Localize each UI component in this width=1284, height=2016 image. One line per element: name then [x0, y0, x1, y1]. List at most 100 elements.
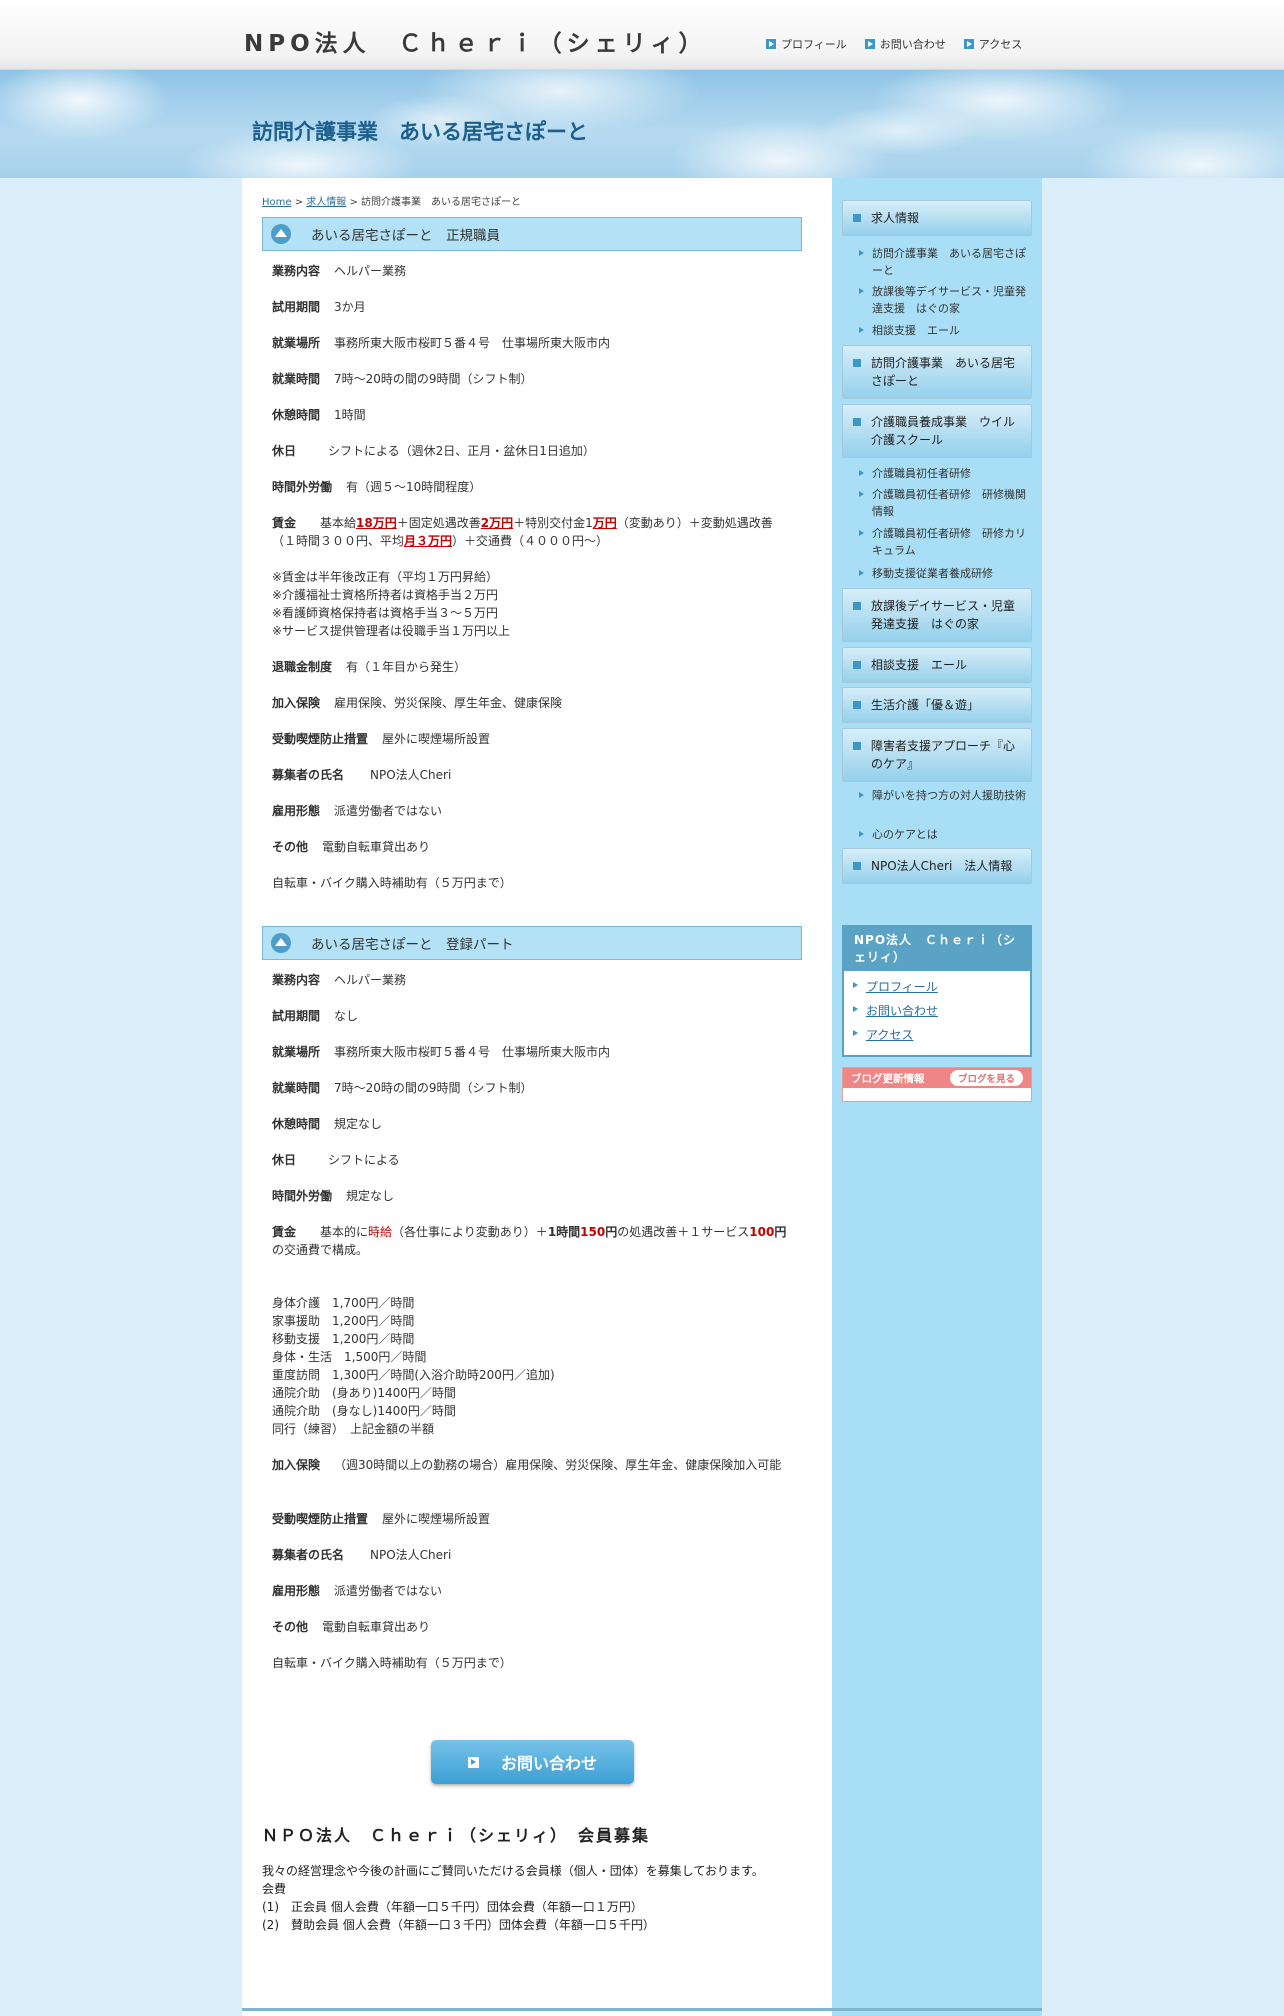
npo-link-profile[interactable]: プロフィール: [853, 978, 1030, 995]
row-label: 賃金: [272, 516, 297, 530]
contact-button-label: お問い合わせ: [500, 1754, 597, 1773]
npo-box-title: NPO法人 Ｃｈｅｒｉ（シェリィ）: [844, 927, 1030, 971]
sidebar-item-corporate-info[interactable]: NPO法人Cheri 法人情報: [842, 848, 1032, 884]
row-label: 就業場所: [272, 336, 321, 350]
sidebar-subitem[interactable]: 訪問介護事業 あいる居宅さぽーと: [859, 245, 1030, 279]
sidebar-subitem[interactable]: 介護職員初任者研修 研修カリキュラム: [859, 525, 1030, 559]
note-line: 自転車・バイク購入時補助有（５万円まで）: [272, 1656, 512, 1670]
sidebar-item-after-school[interactable]: 放課後デイサービス・児童発達支援 はぐの家: [842, 588, 1032, 642]
header-nav-access[interactable]: アクセス: [963, 36, 1023, 52]
info-row: 時間外労働 有（週５～10時間程度）: [272, 478, 792, 496]
member-recruit-title: ＮＰＯ法人 Ｃｈｅｒｉ（シェリィ） 会員募集: [262, 1826, 651, 1845]
blog-update-header: ブログ更新情報 ブログを見る: [843, 1068, 1031, 1088]
row-label: 募集者の氏名: [272, 768, 345, 782]
info-row: 試用期間 なし: [272, 1007, 792, 1025]
view-blog-button[interactable]: ブログを見る: [949, 1070, 1023, 1086]
info-row: 試用期間 3か月: [272, 298, 792, 316]
header-nav-label: お問い合わせ: [879, 38, 946, 51]
breadcrumb-recruit-link[interactable]: 求人情報: [306, 197, 346, 208]
sidebar-item-life-care[interactable]: 生活介護「優＆遊」: [842, 687, 1032, 723]
sidebar-item-recruit[interactable]: 求人情報: [842, 200, 1032, 236]
hourly-rate: 身体・生活 1,500円／時間: [272, 1350, 427, 1364]
row-value: 雇用保険、労災保険、厚生年金、健康保険: [334, 696, 563, 710]
row-value: 3か月: [334, 300, 366, 314]
arrow-icon: [963, 39, 974, 49]
row-label: その他: [272, 840, 309, 854]
wage-highlight: 150: [580, 1225, 606, 1239]
row-label: 時間外労働: [272, 1189, 333, 1203]
info-row: 業務内容 ヘルパー業務: [272, 262, 792, 280]
info-row: その他 電動自転車貸出あり: [272, 1618, 792, 1636]
breadcrumb-separator: >: [346, 197, 362, 208]
arrow-icon: [766, 39, 776, 49]
row-label: 加入保険: [272, 696, 321, 710]
row-label: 加入保険: [272, 1458, 321, 1472]
wage-text: （各仕事により変動あり）＋: [392, 1225, 548, 1239]
npo-link-contact[interactable]: お問い合わせ: [853, 1002, 1030, 1019]
breadcrumb-home-link[interactable]: Home: [262, 197, 292, 208]
sidebar-subitem[interactable]: 相談支援 エール: [859, 322, 1030, 339]
info-row: 受動喫煙防止措置 屋外に喫煙場所設置: [272, 1510, 792, 1528]
wage-text: の交通費で構成。: [272, 1243, 369, 1257]
member-line: (2) 賛助会員 個人会費（年額一口３千円）団体会費（年額一口５千円）: [262, 1918, 655, 1932]
sidebar-subitem[interactable]: 介護職員初任者研修: [859, 465, 1030, 482]
sidebar-item-mental-care[interactable]: 障害者支援アプローチ『心のケア』: [842, 728, 1032, 782]
info-row: 就業場所 事務所東大阪市桜町５番４号 仕事場所東大阪市内: [272, 334, 792, 352]
info-row: 時間外労働 規定なし: [272, 1187, 792, 1205]
info-row: 休日 シフトによる: [272, 1151, 792, 1169]
row-value: ヘルパー業務: [334, 264, 407, 278]
sidebar-item-consultation[interactable]: 相談支援 エール: [842, 647, 1032, 683]
info-row: 休憩時間 1時間: [272, 406, 792, 424]
sidebar-item-label: 求人情報: [871, 211, 920, 225]
page-banner: 訪問介護事業 あいる居宅さぽーと: [0, 70, 1284, 178]
info-row: 募集者の氏名 NPO法人Cheri: [272, 766, 792, 784]
hourly-rate: 移動支援 1,200円／時間: [272, 1332, 415, 1346]
row-label: 試用期間: [272, 1009, 321, 1023]
up-arrow-icon: [271, 224, 291, 244]
member-line: 会費: [262, 1882, 287, 1896]
sidebar-item-home-care[interactable]: 訪問介護事業 あいる居宅さぽーと: [842, 345, 1032, 399]
section-heading-parttime: あいる居宅さぽーと 登録パート: [262, 926, 802, 960]
sidebar-subitem[interactable]: 移動支援従業者養成研修: [859, 565, 1030, 582]
section-title: あいる居宅さぽーと 登録パート: [311, 937, 514, 953]
info-row: 就業時間 7時～20時の間の9時間（シフト制）: [272, 1079, 792, 1097]
header-nav-contact[interactable]: お問い合わせ: [864, 36, 946, 52]
arrow-icon: [467, 1756, 479, 1768]
sidebar-item-label: 放課後デイサービス・児童発達支援 はぐの家: [871, 599, 1016, 631]
sidebar-subitem[interactable]: 心のケアとは: [859, 826, 1030, 843]
sidebar-item-label: 障害者支援アプローチ『心のケア』: [871, 739, 1016, 771]
contact-button[interactable]: お問い合わせ: [431, 1740, 634, 1784]
row-value: NPO法人Cheri: [358, 1548, 452, 1562]
row-label: 休憩時間: [272, 1117, 321, 1131]
wage-text: 基本的に: [320, 1225, 369, 1239]
member-line: (1) 正会員 個人会費（年額一口５千円）団体会費（年額一口１万円）: [262, 1900, 643, 1914]
header-nav-label: プロフィール: [781, 38, 847, 51]
page-title: 訪問介護事業 あいる居宅さぽーと: [252, 120, 588, 144]
row-value: シフトによる: [328, 1153, 400, 1167]
hourly-rate: 通院介助 (身あり)1400円／時間: [272, 1386, 456, 1400]
site-title[interactable]: NPO法人 Ｃｈｅｒｉ（シェリィ）: [244, 24, 707, 58]
sidebar-item-care-school[interactable]: 介護職員養成事業 ウイル介護スクール: [842, 404, 1032, 458]
wage-highlight: 時給: [368, 1225, 393, 1239]
wage-highlight: 万円: [592, 516, 617, 530]
row-label: 就業場所: [272, 1045, 321, 1059]
row-label: 業務内容: [272, 264, 321, 278]
header-nav-profile[interactable]: プロフィール: [766, 36, 847, 52]
sidebar-subitem[interactable]: 介護職員初任者研修 研修機関情報: [859, 486, 1030, 520]
info-row: 退職金制度 有（１年目から発生）: [272, 658, 792, 676]
section-title: あいる居宅さぽーと 正規職員: [311, 228, 500, 244]
row-value: 規定なし: [334, 1117, 383, 1131]
breadcrumb-current: 訪問介護事業 あいる居宅さぽーと: [361, 197, 522, 208]
npo-link-access[interactable]: アクセス: [853, 1026, 1030, 1043]
note-line: ※賃金は半年後改正有（平均１万円昇給）: [272, 570, 499, 584]
row-value: 屋外に喫煙場所設置: [382, 1512, 491, 1526]
row-label: 業務内容: [272, 973, 321, 987]
sidebar-subitem[interactable]: 障がいを持つ方の対人援助技術: [859, 787, 1030, 804]
row-value: 規定なし: [346, 1189, 395, 1203]
breadcrumb: Home > 求人情報 > 訪問介護事業 あいる居宅さぽーと: [262, 193, 521, 208]
header-nav-label: アクセス: [978, 38, 1023, 51]
row-label: 休日: [272, 1153, 297, 1167]
sidebar-subitem[interactable]: 放課後等デイサービス・児童発達支援 はぐの家: [859, 283, 1030, 317]
info-row: 就業場所 事務所東大阪市桜町５番４号 仕事場所東大阪市内: [272, 1043, 792, 1061]
row-label: 時間外労働: [272, 480, 333, 494]
